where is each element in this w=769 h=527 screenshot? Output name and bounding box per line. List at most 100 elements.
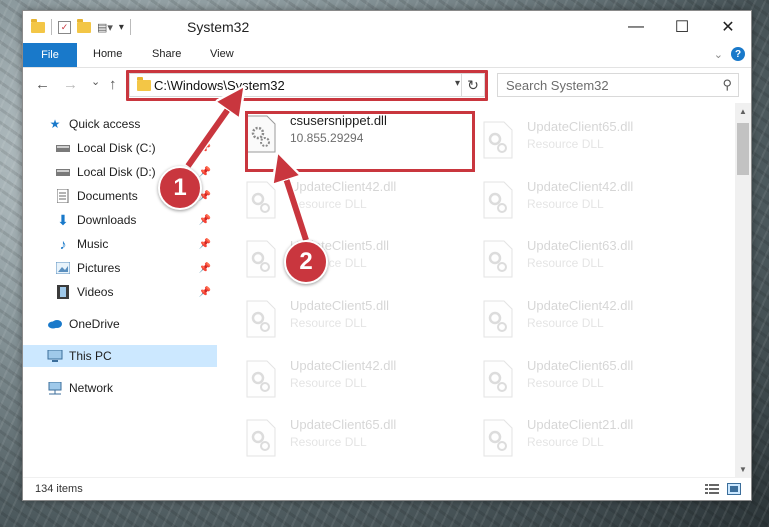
- scroll-down-icon[interactable]: ▼: [735, 461, 751, 477]
- scroll-thumb[interactable]: [737, 123, 749, 175]
- search-box[interactable]: Search System32 ⚲: [497, 73, 739, 97]
- sidebar-item-quick-access[interactable]: ★ Quick access: [23, 113, 217, 135]
- network-icon: [47, 381, 63, 395]
- tab-file[interactable]: File: [23, 43, 77, 67]
- window-title: System32: [187, 19, 250, 35]
- sidebar-item-label: Quick access: [69, 117, 141, 131]
- properties-icon[interactable]: ✓: [58, 20, 71, 34]
- maximize-button[interactable]: ☐: [659, 11, 705, 43]
- file-item[interactable]: UpdateClient5.dll Resource DLL: [238, 234, 468, 284]
- pictures-icon: [55, 261, 71, 275]
- folder-icon: [31, 18, 45, 33]
- file-item[interactable]: UpdateClient63.dll Resource DLL: [475, 234, 705, 284]
- scroll-up-icon[interactable]: ▲: [735, 103, 751, 119]
- sidebar-item-this-pc[interactable]: This PC: [23, 345, 217, 367]
- file-name: UpdateClient42.dll: [290, 179, 397, 194]
- file-description: Resource DLL: [527, 197, 604, 211]
- details-view-icon[interactable]: [705, 483, 719, 495]
- file-item[interactable]: UpdateClient42.dll Resource DLL: [238, 175, 468, 225]
- navigation-bar: ← → ⌄ ↑ C:\Windows\System32 ▾ ↻ Search S…: [23, 68, 751, 102]
- divider: [51, 19, 52, 35]
- pin-icon[interactable]: 📌: [199, 287, 211, 298]
- computer-icon: [47, 349, 63, 363]
- minimize-button[interactable]: —: [613, 11, 659, 43]
- file-description: Resource DLL: [290, 376, 367, 390]
- file-item[interactable]: UpdateClient42.dll Resource DLL: [475, 294, 705, 344]
- file-item[interactable]: UpdateClient42.dll Resource DLL: [475, 175, 705, 225]
- forward-button[interactable]: →: [63, 76, 78, 93]
- file-name: UpdateClient65.dll: [527, 358, 634, 373]
- file-description: Resource DLL: [290, 435, 367, 449]
- file-description: Resource DLL: [527, 376, 604, 390]
- sidebar-item-music[interactable]: ♪ Music 📌: [23, 233, 217, 255]
- documents-icon: [55, 189, 71, 203]
- file-name: UpdateClient5.dll: [290, 298, 390, 313]
- tab-share[interactable]: Share: [152, 48, 181, 60]
- sidebar-item-label: Videos: [77, 285, 114, 299]
- sidebar-item-label: Documents: [77, 189, 138, 203]
- file-name: UpdateClient42.dll: [290, 358, 397, 373]
- pin-icon[interactable]: 📌: [199, 215, 211, 226]
- status-bar: 134 items: [23, 477, 751, 500]
- view-options-icon[interactable]: ▤▾: [97, 21, 113, 34]
- expand-ribbon-icon[interactable]: ⌄: [714, 48, 723, 61]
- file-description: Resource DLL: [290, 316, 367, 330]
- sidebar-item-videos[interactable]: Videos 📌: [23, 281, 217, 303]
- pin-icon[interactable]: 📌: [199, 239, 211, 250]
- dll-file-icon: [246, 240, 276, 278]
- close-button[interactable]: ✕: [705, 11, 751, 43]
- file-name: UpdateClient42.dll: [527, 179, 634, 194]
- file-name: UpdateClient42.dll: [527, 298, 634, 313]
- sidebar-item-label: Downloads: [77, 213, 137, 227]
- dll-file-icon: [483, 240, 513, 278]
- search-icon[interactable]: ⚲: [722, 77, 732, 93]
- sidebar-item-downloads[interactable]: ⬇ Downloads 📌: [23, 209, 217, 231]
- drive-icon: [55, 141, 71, 155]
- file-item[interactable]: UpdateClient5.dll Resource DLL: [238, 294, 468, 344]
- navigation-pane: ★ Quick access Local Disk (C:) 📌 Local D…: [23, 103, 217, 477]
- search-input[interactable]: Search System32: [506, 78, 609, 93]
- file-item[interactable]: UpdateClient21.dll Resource DLL: [475, 413, 705, 463]
- pin-icon[interactable]: 📌: [199, 263, 211, 274]
- sidebar-item-label: Local Disk (C:): [77, 141, 156, 155]
- onedrive-icon: [47, 317, 63, 331]
- sidebar-item-label: Music: [77, 237, 109, 251]
- dll-file-icon: [246, 181, 276, 219]
- file-highlight-box: [245, 111, 475, 172]
- sidebar-item-label: Pictures: [77, 261, 121, 275]
- sidebar-item-onedrive[interactable]: OneDrive: [23, 313, 217, 335]
- pin-icon[interactable]: 📌: [199, 167, 211, 178]
- dll-file-icon: [483, 121, 513, 159]
- file-item[interactable]: UpdateClient42.dll Resource DLL: [238, 354, 468, 404]
- file-item[interactable]: UpdateClient65.dll Resource DLL: [475, 115, 705, 165]
- help-icon[interactable]: ?: [731, 47, 745, 61]
- dll-file-icon: [483, 419, 513, 457]
- sidebar-item-local-disk-c[interactable]: Local Disk (C:) 📌: [23, 137, 217, 159]
- up-button[interactable]: ↑: [109, 76, 117, 93]
- recent-locations-button[interactable]: ⌄: [91, 75, 100, 88]
- file-name: UpdateClient21.dll: [527, 417, 634, 432]
- downloads-icon: ⬇: [57, 211, 69, 228]
- customize-toolbar-icon[interactable]: ▾: [119, 22, 124, 33]
- back-button[interactable]: ←: [35, 76, 50, 93]
- file-item[interactable]: UpdateClient65.dll Resource DLL: [238, 413, 468, 463]
- file-explorer-window: ✓ ▤▾ ▾ System32 — ☐ ✕ File Home Share Vi…: [22, 10, 752, 501]
- file-name: UpdateClient63.dll: [527, 238, 634, 253]
- file-description: Resource DLL: [527, 435, 604, 449]
- sidebar-item-pictures[interactable]: Pictures 📌: [23, 257, 217, 279]
- file-name: UpdateClient65.dll: [290, 417, 397, 432]
- sidebar-item-label: This PC: [69, 349, 112, 363]
- dll-file-icon: [483, 181, 513, 219]
- title-bar: ✓ ▤▾ ▾ System32 — ☐ ✕: [23, 11, 751, 43]
- large-icons-view-icon[interactable]: [727, 483, 741, 495]
- file-item[interactable]: UpdateClient65.dll Resource DLL: [475, 354, 705, 404]
- dll-file-icon: [483, 300, 513, 338]
- vertical-scrollbar[interactable]: ▲ ▼: [735, 103, 751, 477]
- step-1-badge: 1: [158, 166, 202, 210]
- sidebar-item-network[interactable]: Network: [23, 377, 217, 399]
- new-folder-icon[interactable]: [77, 18, 91, 33]
- tab-home[interactable]: Home: [93, 48, 122, 60]
- star-icon: ★: [49, 117, 61, 131]
- tab-view[interactable]: View: [210, 48, 234, 60]
- pin-icon[interactable]: 📌: [199, 143, 211, 154]
